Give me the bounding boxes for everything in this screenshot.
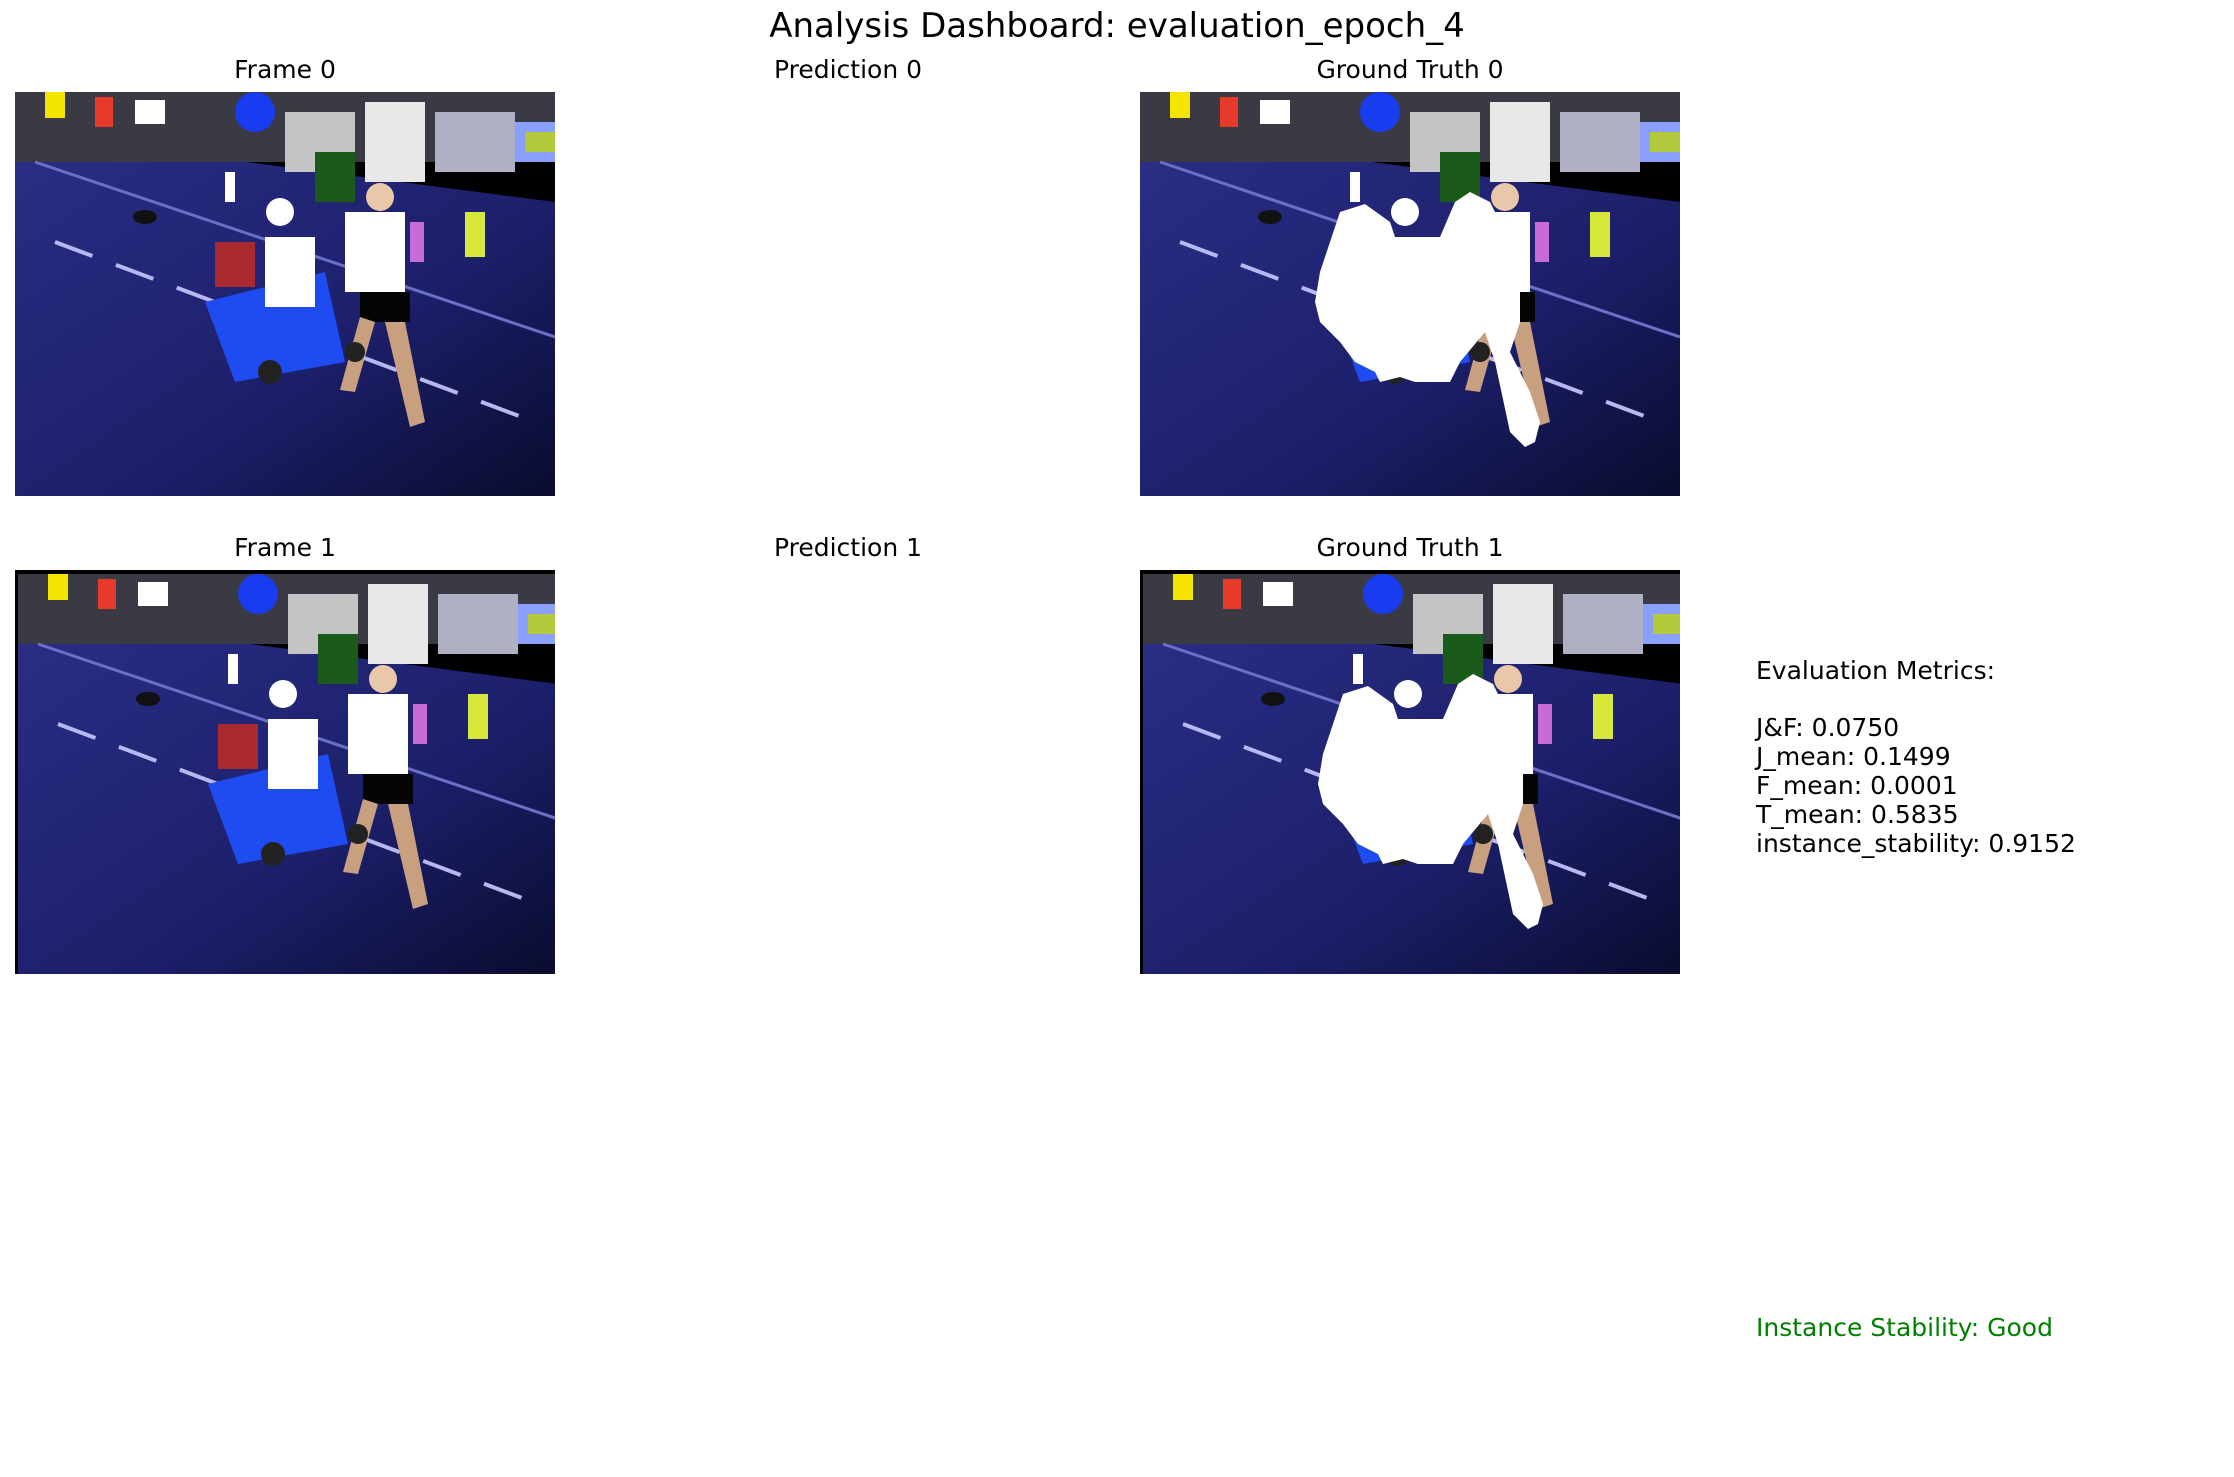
ground-truth-1-image [1140,570,1680,974]
ground-truth-0-image [1140,92,1680,496]
frame-0-title: Frame 0 [234,55,336,84]
metric-jf: J&F: 0.0750 [1756,713,1900,742]
metric-f-mean: F_mean: 0.0001 [1756,771,1958,800]
prediction-1-image [578,570,1118,974]
prediction-1-title: Prediction 1 [773,533,923,562]
ground-truth-1-title: Ground Truth 1 [1316,533,1504,562]
frame-0-image [15,92,555,496]
metric-t-mean: T_mean: 0.5835 [1756,800,1959,829]
prediction-0-image [578,92,1118,496]
metrics-heading: Evaluation Metrics: [1756,656,1996,685]
metric-instance-stability: instance_stability: 0.9152 [1756,829,2076,858]
frame-1-image [15,570,555,974]
metric-j-mean: J_mean: 0.1499 [1756,742,1951,771]
frame-1-title: Frame 1 [234,533,336,562]
stability-status: Instance Stability: Good [1756,1313,2053,1342]
prediction-0-title: Prediction 0 [773,55,923,84]
dashboard-title: Analysis Dashboard: evaluation_epoch_4 [769,6,1465,46]
ground-truth-0-title: Ground Truth 0 [1316,55,1504,84]
